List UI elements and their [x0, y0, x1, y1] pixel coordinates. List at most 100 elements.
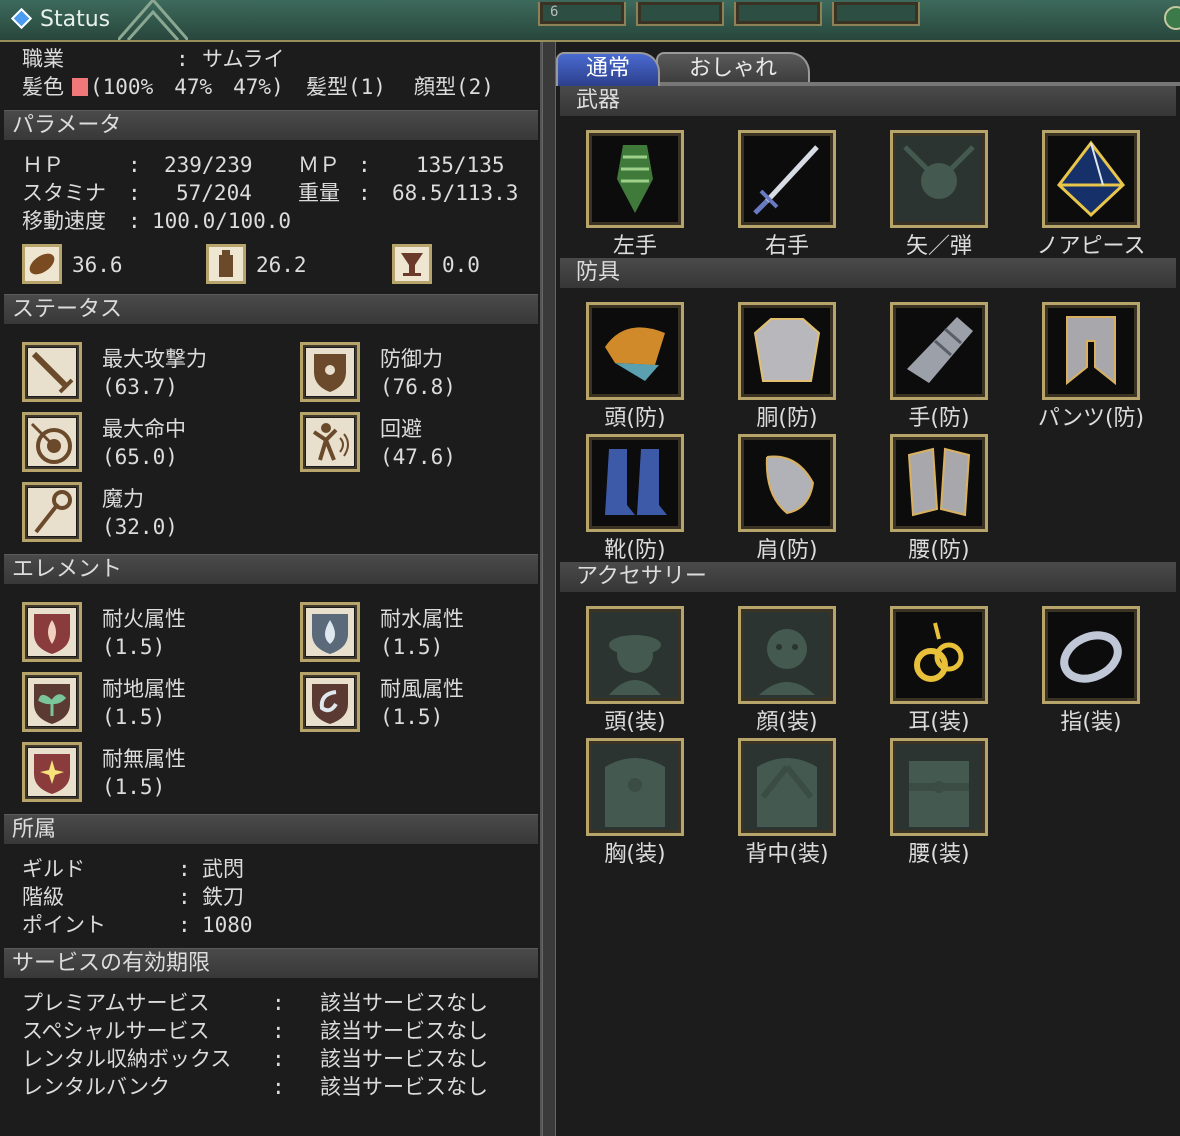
weight-label: 重量	[298, 181, 340, 205]
service-name-2: レンタル収納ボックス	[22, 1047, 232, 1071]
element-name-3: 耐風属性	[380, 677, 464, 701]
chest-placeholder-icon	[605, 758, 665, 827]
window-diamond-icon	[10, 7, 33, 30]
slot-label-pants-armor: パンツ(防)	[1037, 406, 1145, 431]
status-name-2: 最大命中	[102, 417, 186, 441]
section-element: エレメント	[4, 554, 538, 584]
slot-head-armor[interactable]	[586, 302, 684, 400]
status-value-3: (47.6)	[380, 445, 456, 469]
status-name-1: 防御力	[380, 347, 443, 371]
tab-fashion[interactable]: おしゃれ	[656, 52, 810, 86]
slot-label-body-armor: 胴(防)	[756, 406, 818, 431]
drink-value: 0.0	[442, 253, 480, 277]
slot-waist-armor[interactable]	[890, 434, 988, 532]
service-name-3: レンタルバンク	[22, 1075, 171, 1099]
quick-slot-3[interactable]	[734, 2, 822, 26]
slot-boots-armor[interactable]	[586, 434, 684, 532]
fire-resist-icon	[22, 602, 82, 662]
slot-shoulder-armor[interactable]	[738, 434, 836, 532]
defense-icon	[300, 342, 360, 402]
rank-colon: :	[178, 885, 191, 909]
stamina-label: スタミナ	[22, 181, 106, 205]
hair-style: 髪型(1)	[306, 75, 386, 99]
ammo-placeholder-icon	[903, 145, 975, 199]
speed-value: 100.0/100.0	[152, 209, 292, 233]
element-name-1: 耐水属性	[380, 607, 464, 631]
magic-icon	[22, 482, 82, 542]
service-value-1: 該当サービスなし	[320, 1019, 488, 1043]
tab-normal[interactable]: 通常	[556, 52, 660, 86]
slot-right-hand[interactable]	[738, 130, 836, 228]
points-value: 1080	[202, 913, 253, 937]
ring-icon	[1060, 631, 1122, 683]
slot-finger-accessory[interactable]	[1042, 606, 1140, 704]
slot-label-chest-accessory: 胸(装)	[604, 842, 666, 867]
quick-slot-4[interactable]	[832, 2, 920, 26]
face-placeholder-icon	[759, 629, 815, 695]
potion-icon	[206, 244, 246, 284]
head-armor-icon	[605, 327, 665, 381]
element-name-4: 耐無属性	[102, 747, 186, 771]
slot-pants-armor[interactable]	[1042, 302, 1140, 400]
hair-color-label: 髪色	[22, 75, 64, 99]
slot-label-head-accessory: 頭(装)	[604, 710, 666, 735]
hair-color-value: (100% 47% 47%)	[90, 75, 284, 99]
slot-label-waist-accessory: 腰(装)	[908, 842, 970, 867]
element-name-0: 耐火属性	[102, 607, 186, 631]
wind-resist-icon	[300, 672, 360, 732]
points-colon: :	[178, 913, 191, 937]
section-armor: 防具	[560, 258, 1176, 288]
mp-label: ＭＰ	[298, 153, 340, 177]
slot-noah-piece[interactable]	[1042, 130, 1140, 228]
body-armor-icon	[753, 318, 821, 382]
speed-colon: :	[128, 209, 141, 233]
status-name-0: 最大攻撃力	[102, 347, 207, 371]
status-left-panel: 職業 : サムライ 髪色 (100% 47% 47%) 髪型(1) 顔型(2) …	[0, 42, 542, 1136]
element-value-0: (1.5)	[102, 635, 166, 659]
service-name-0: プレミアムサービス	[22, 991, 210, 1015]
shoulder-armor-icon	[765, 455, 815, 515]
element-value-2: (1.5)	[102, 705, 166, 729]
slot-head-accessory[interactable]	[586, 606, 684, 704]
slot-waist-accessory[interactable]	[890, 738, 988, 836]
quick-slot-2[interactable]	[636, 2, 724, 26]
job-sep: :	[176, 47, 189, 71]
ornament-icon	[118, 0, 188, 40]
vertical-scrollbar[interactable]	[542, 42, 556, 1136]
section-status: ステータス	[4, 294, 538, 324]
slot-left-hand[interactable]	[586, 130, 684, 228]
slot-chest-accessory[interactable]	[586, 738, 684, 836]
service-value-0: 該当サービスなし	[320, 991, 488, 1015]
potion-value: 26.2	[256, 253, 307, 277]
hair-color-swatch	[72, 78, 88, 96]
slot-ammo[interactable]	[890, 130, 988, 228]
hp-value: 239/239	[164, 153, 253, 177]
boots-icon	[605, 449, 667, 515]
face-style: 顔型(2)	[414, 75, 494, 99]
service-name-1: スペシャルサービス	[22, 1019, 210, 1043]
noah-piece-icon	[1056, 140, 1126, 218]
tab-bar: 通常 おしゃれ	[556, 48, 1180, 86]
back-placeholder-icon	[757, 758, 817, 827]
neutral-resist-icon	[22, 742, 82, 802]
slot-label-head-armor: 頭(防)	[604, 406, 666, 431]
slot-label-hand-armor: 手(防)	[908, 406, 970, 431]
element-name-2: 耐地属性	[102, 677, 186, 701]
slot-face-accessory[interactable]	[738, 606, 836, 704]
element-value-3: (1.5)	[380, 705, 444, 729]
equipment-panel: 通常 おしゃれ 武器 左手 右手 矢／弾 ノアピース 防具 頭(防) 胴(防) …	[556, 42, 1180, 1136]
slot-label-shoulder-armor: 肩(防)	[756, 538, 818, 563]
slot-ear-accessory[interactable]	[890, 606, 988, 704]
hp-colon: :	[128, 153, 141, 177]
attack-icon	[22, 342, 82, 402]
slot-body-armor[interactable]	[738, 302, 836, 400]
close-knob-icon[interactable]	[1164, 6, 1180, 30]
slot-hand-armor[interactable]	[890, 302, 988, 400]
slot-label-back-accessory: 背中(装)	[745, 842, 829, 867]
slot-back-accessory[interactable]	[738, 738, 836, 836]
quick-slot-1[interactable]: 6	[538, 2, 626, 26]
section-affiliation: 所属	[4, 814, 538, 844]
title-bar[interactable]: Status 6	[0, 0, 1180, 42]
mp-value: 135/135	[416, 153, 505, 177]
stamina-value: 57/204	[176, 181, 252, 205]
